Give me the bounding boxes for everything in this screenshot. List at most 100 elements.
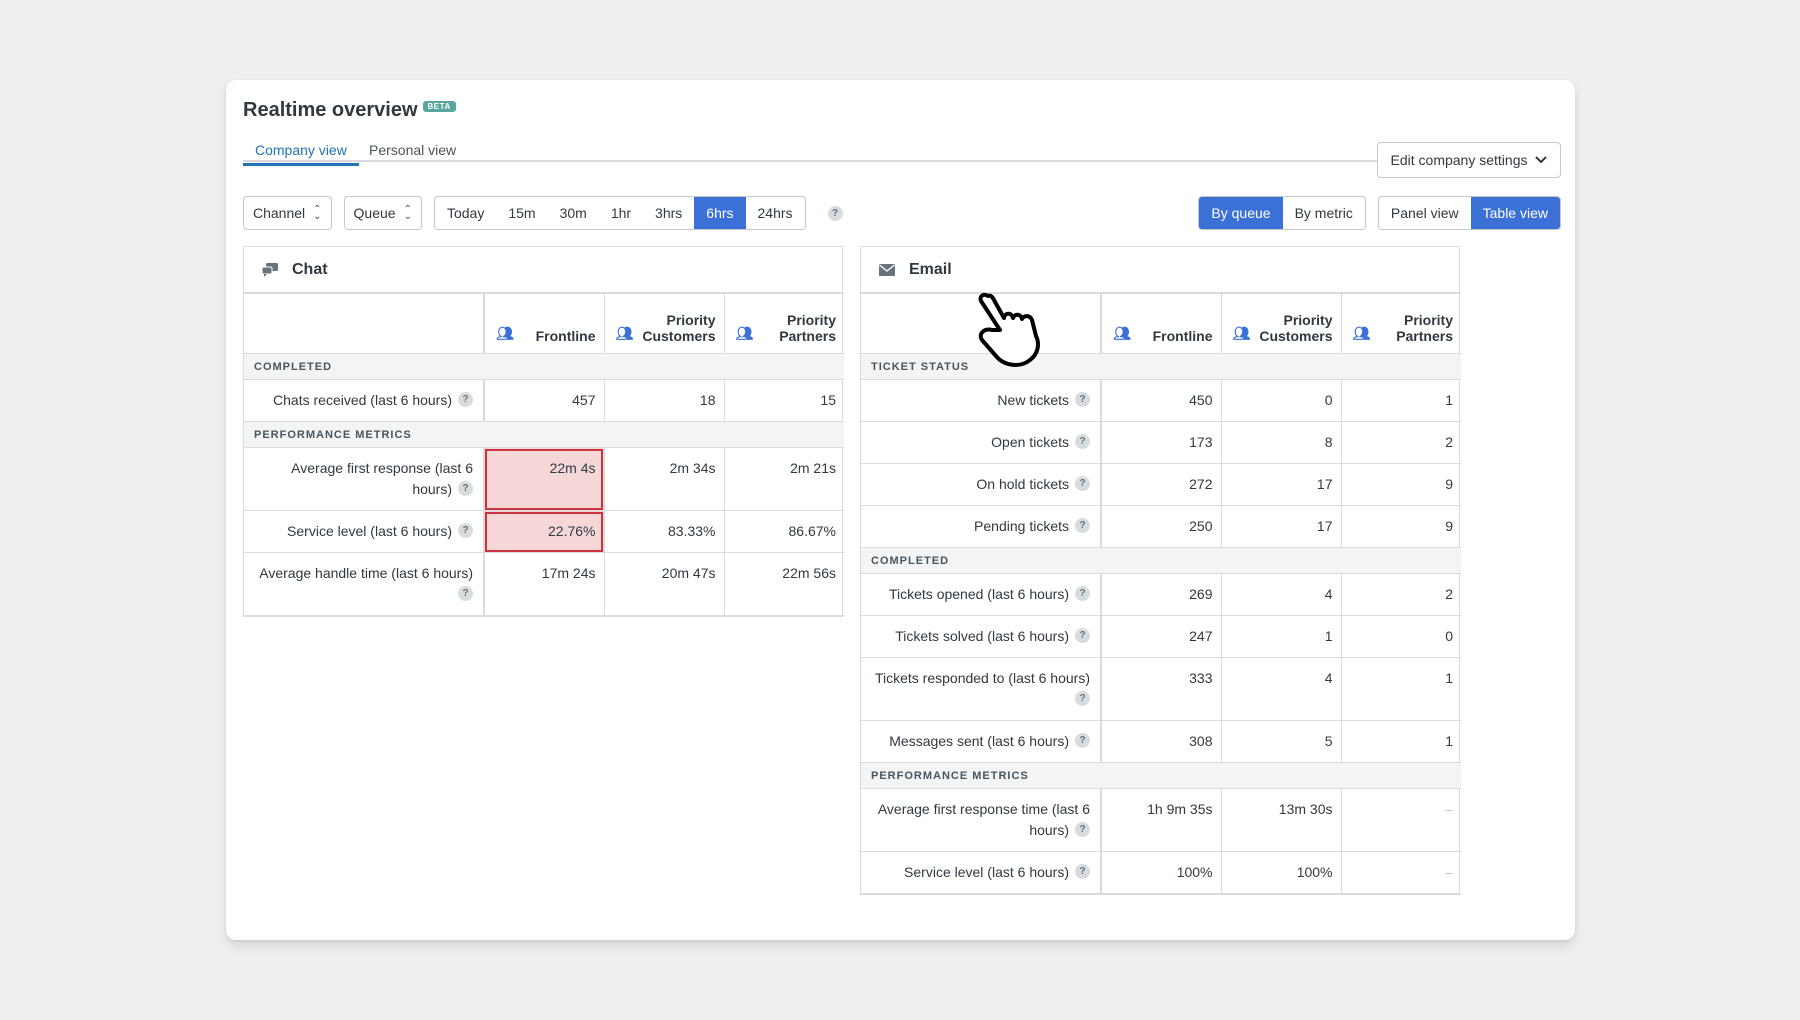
chat-panel: Chat 👥︎ Frontline 👥︎ Priority Customers … — [243, 246, 844, 617]
time-range-3hrs[interactable]: 3hrs — [643, 197, 694, 229]
edit-company-settings-button[interactable]: Edit company settings — [1377, 142, 1561, 178]
time-range-24hrs[interactable]: 24hrs — [746, 197, 805, 229]
row-label-text: Average first response time (last 6 hour… — [877, 801, 1090, 838]
column-frontline[interactable]: 👥︎ Frontline — [483, 293, 605, 354]
cell-value: 1 — [1340, 379, 1461, 422]
column-label-line2: Customers — [1259, 328, 1333, 344]
cell-value: 308 — [1100, 720, 1222, 763]
column-priority-customers[interactable]: 👥︎ Priority Customers — [1220, 293, 1342, 354]
help-icon[interactable]: ? — [1075, 627, 1090, 643]
column-label-line1: Priority — [1283, 312, 1333, 328]
row-label: Average first response (last 6 hours)? — [244, 447, 485, 511]
row-label: Messages sent (last 6 hours)? — [861, 720, 1102, 763]
chat-panel-header: Chat — [244, 247, 842, 293]
tab-personal-view[interactable]: Personal view — [357, 142, 468, 162]
cell-value: 1 — [1340, 720, 1461, 763]
row-label: Service level (last 6 hours)? — [244, 510, 485, 553]
cell-value: 333 — [1100, 657, 1222, 721]
help-icon[interactable]: ? — [1075, 863, 1090, 879]
by-metric-button[interactable]: By metric — [1283, 197, 1365, 229]
row-label-text: Average first response (last 6 hours) — [291, 460, 473, 497]
help-icon[interactable]: ? — [1075, 821, 1090, 837]
row-label: Open tickets? — [861, 421, 1102, 464]
row-label: New tickets? — [861, 379, 1102, 422]
row-label-text: On hold tickets — [976, 476, 1069, 492]
help-icon[interactable]: ? — [1075, 517, 1090, 533]
cell-value: 9 — [1340, 463, 1461, 506]
table-header-row: 👥︎ Frontline 👥︎ Priority Customers 👥︎ Pr… — [861, 293, 1461, 354]
cell-value: 20m 47s — [603, 552, 725, 616]
help-icon[interactable]: ? — [458, 391, 473, 407]
column-label-line2: Partners — [779, 328, 836, 344]
queue-select-label: Queue — [353, 205, 396, 221]
column-label-line1: Priority — [786, 312, 836, 328]
time-range-6hrs[interactable]: 6hrs — [694, 197, 746, 229]
table-row: New tickets? 450 0 1 — [861, 379, 1461, 422]
column-priority-customers[interactable]: 👥︎ Priority Customers — [603, 293, 725, 354]
table-row: Pending tickets? 250 17 9 — [861, 505, 1461, 548]
filter-bar: Channel ⌃ ⌄ Queue ⌃ ⌄ Today 15m 30m 1hr 3h… — [243, 196, 843, 230]
panel-view-button[interactable]: Panel view — [1379, 197, 1471, 229]
cell-value: 83.33% — [603, 510, 725, 553]
table-view-button[interactable]: Table view — [1470, 197, 1560, 229]
people-icon: 👥︎ — [735, 325, 754, 341]
help-icon[interactable]: ? — [1075, 433, 1090, 449]
row-label-text: Tickets responded to (last 6 hours) — [874, 670, 1090, 686]
cell-value: 1h 9m 35s — [1100, 788, 1222, 852]
cell-value: 2 — [1340, 573, 1461, 616]
help-icon[interactable]: ? — [827, 205, 843, 221]
cell-value: 450 — [1100, 379, 1222, 422]
cell-value: 17 — [1220, 505, 1342, 548]
people-icon: 👥︎ — [1352, 325, 1371, 341]
tab-company-view[interactable]: Company view — [243, 142, 359, 166]
help-icon[interactable]: ? — [458, 522, 473, 538]
cell-value-empty: – — [1340, 851, 1461, 894]
cell-value: 86.67% — [723, 510, 844, 553]
section-row: PERFORMANCE METRICS — [244, 421, 844, 448]
row-label-text: Messages sent (last 6 hours) — [889, 733, 1069, 749]
time-range-30m[interactable]: 30m — [548, 197, 599, 229]
queue-select[interactable]: Queue ⌃ ⌄ — [343, 196, 422, 230]
help-icon[interactable]: ? — [1075, 391, 1090, 407]
table-row: Tickets opened (last 6 hours)? 269 4 2 — [861, 573, 1461, 616]
row-label-text: New tickets — [997, 392, 1069, 408]
help-icon[interactable]: ? — [458, 585, 473, 601]
table-row: Service level (last 6 hours)? 22.76% 83.… — [244, 510, 844, 553]
view-toggles: By queue By metric Panel view Table view — [1198, 196, 1561, 230]
time-range-15m[interactable]: 15m — [496, 197, 547, 229]
cell-value: 0 — [1340, 615, 1461, 658]
by-queue-button[interactable]: By queue — [1199, 197, 1283, 229]
cell-value: 272 — [1100, 463, 1222, 506]
help-icon[interactable]: ? — [458, 480, 473, 496]
cell-value: 173 — [1100, 421, 1222, 464]
group-toggle: By queue By metric — [1198, 196, 1366, 230]
cell-value-highlighted: 22m 4s — [483, 447, 605, 511]
row-label-text: Pending tickets — [974, 518, 1069, 534]
cell-value: 2m 34s — [603, 447, 725, 511]
help-icon[interactable]: ? — [1075, 585, 1090, 601]
column-priority-partners[interactable]: 👥︎ Priority Partners — [1340, 293, 1461, 354]
cell-value: 22m 56s — [723, 552, 844, 616]
cell-value: 457 — [483, 379, 605, 422]
time-range-1hr[interactable]: 1hr — [599, 197, 643, 229]
row-label: Average first response time (last 6 hour… — [861, 788, 1102, 852]
help-icon[interactable]: ? — [1075, 732, 1090, 748]
cell-value: 0 — [1220, 379, 1342, 422]
time-range-today[interactable]: Today — [435, 197, 496, 229]
help-icon[interactable]: ? — [1075, 475, 1090, 491]
column-priority-partners[interactable]: 👥︎ Priority Partners — [723, 293, 844, 354]
section-performance: PERFORMANCE METRICS — [861, 762, 1461, 789]
cell-value: 18 — [603, 379, 725, 422]
channel-select[interactable]: Channel ⌃ ⌄ — [243, 196, 332, 230]
table-row: Tickets solved (last 6 hours)? 247 1 0 — [861, 615, 1461, 658]
chat-table: 👥︎ Frontline 👥︎ Priority Customers 👥︎ Pr… — [244, 293, 844, 616]
row-label: Service level (last 6 hours)? — [861, 851, 1102, 894]
help-icon[interactable]: ? — [1075, 690, 1090, 706]
column-frontline[interactable]: 👥︎ Frontline — [1100, 293, 1222, 354]
cell-value: 5 — [1220, 720, 1342, 763]
updown-chevron-icon: ⌃ ⌄ — [403, 204, 412, 222]
cell-value: 269 — [1100, 573, 1222, 616]
row-label-text: Open tickets — [991, 434, 1069, 450]
column-frontline-label: Frontline — [535, 328, 596, 344]
view-tabs: Company view Personal view — [243, 142, 1558, 166]
